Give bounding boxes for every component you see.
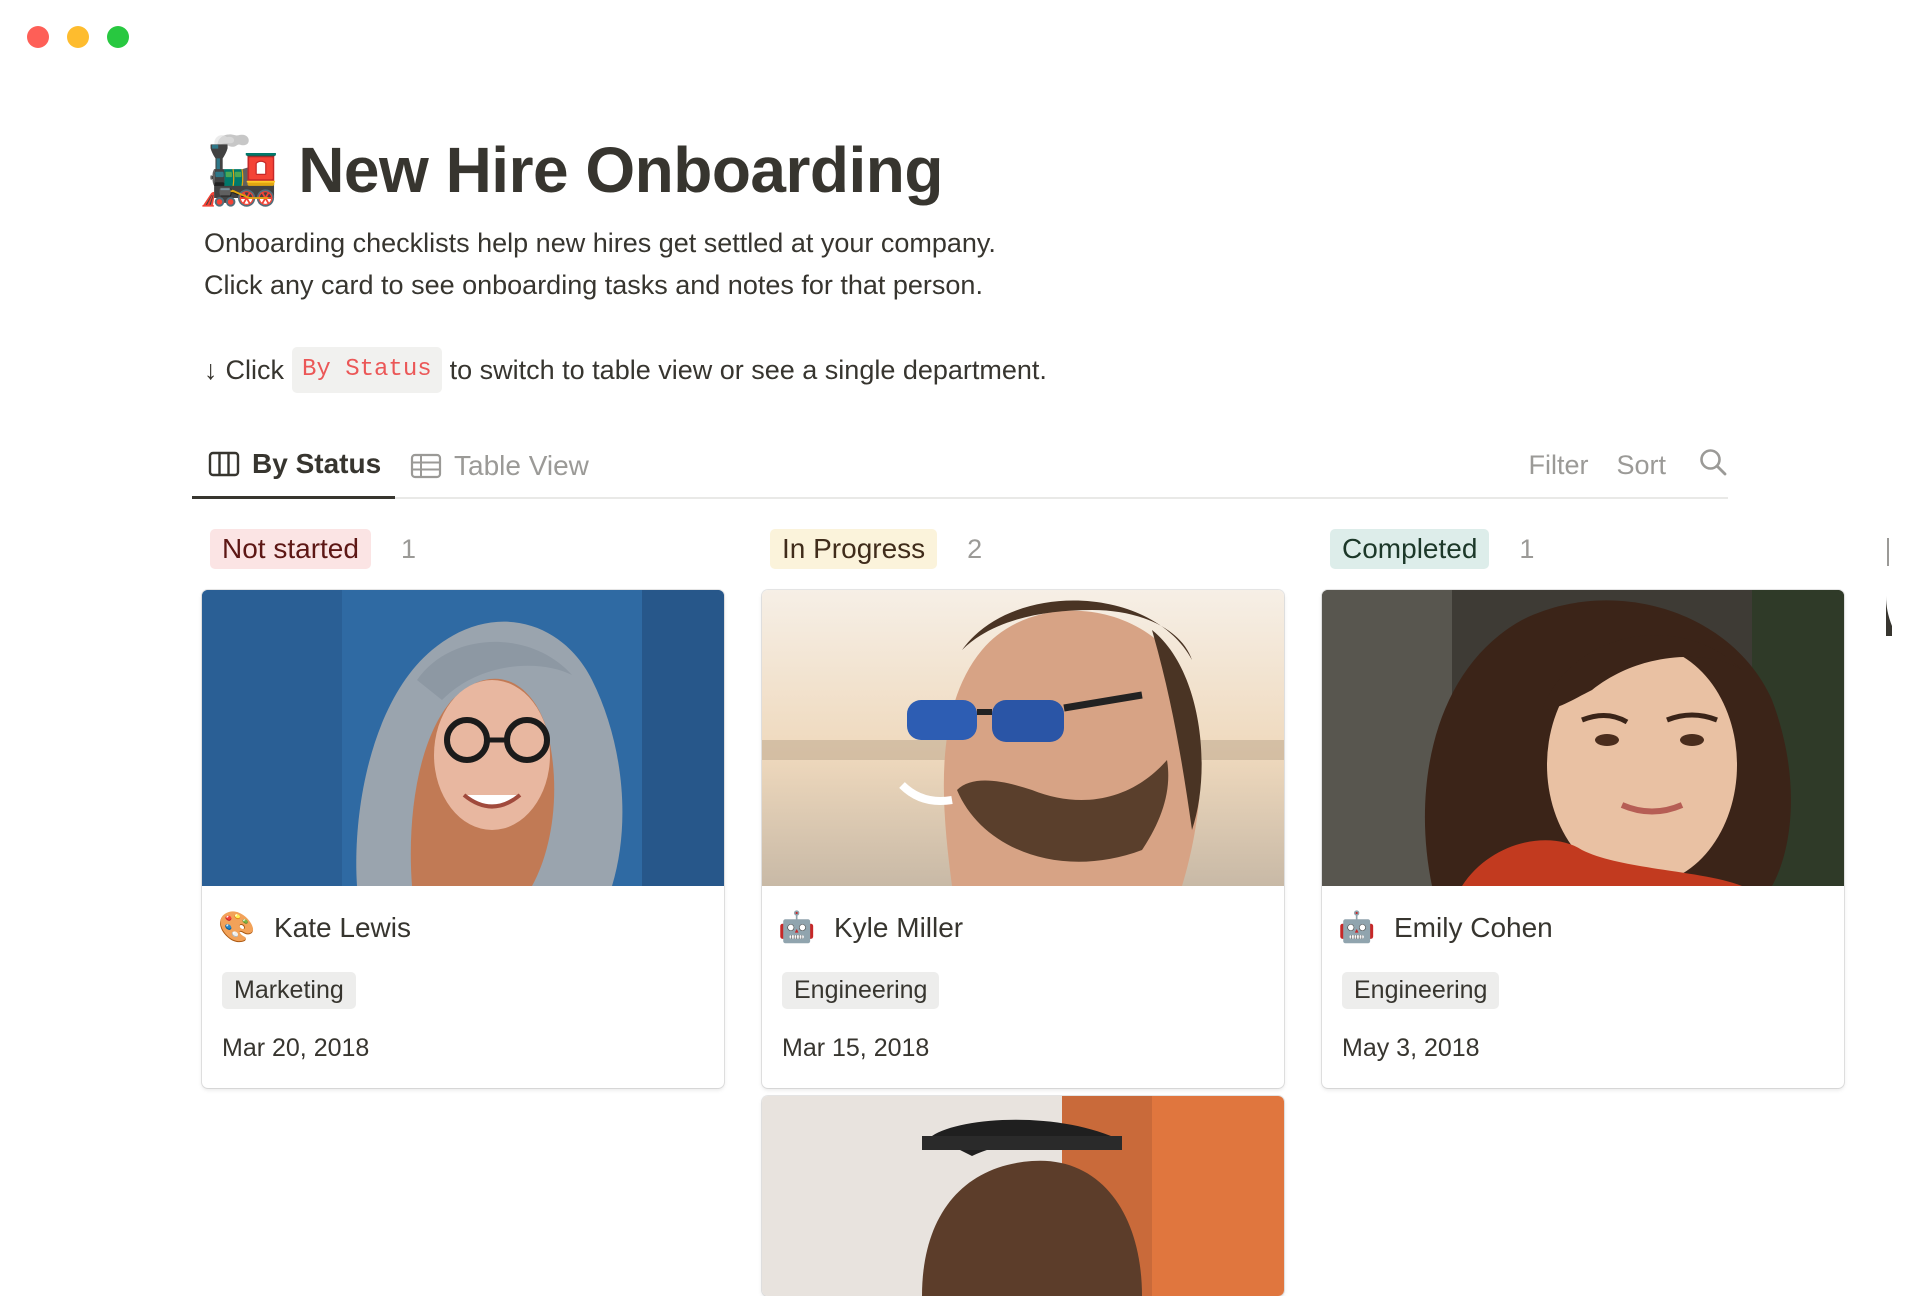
column-count: 1: [1519, 533, 1535, 564]
search-icon[interactable]: [1698, 447, 1728, 484]
hint-prefix: Click: [225, 355, 285, 385]
description-line-2: Click any card to see onboarding tasks a…: [204, 270, 983, 300]
view-hint: ↓ Click By Status to switch to table vie…: [204, 347, 1047, 393]
start-date: Mar 20, 2018: [222, 1034, 370, 1062]
next-column-edge: [1880, 536, 1920, 643]
start-date: Mar 15, 2018: [782, 1034, 930, 1062]
card-title-row: 🤖 Emily Cohen: [1338, 910, 1553, 945]
card-partial[interactable]: [762, 1096, 1284, 1296]
card-name: Emily Cohen: [1394, 911, 1553, 943]
column-count: 2: [967, 533, 983, 564]
board-icon: [208, 451, 240, 477]
column-header: Completed 1: [1322, 528, 1844, 570]
card-cover-photo: [1322, 590, 1844, 886]
card-cover-photo: [202, 590, 724, 886]
card-name: Kate Lewis: [274, 911, 411, 943]
minimize-window-button[interactable]: [67, 26, 89, 48]
robot-icon: 🤖: [1338, 911, 1376, 944]
status-badge[interactable]: Not started: [210, 529, 371, 569]
card-name: Kyle Miller: [834, 911, 964, 943]
steam-locomotive-icon[interactable]: 🚂: [198, 130, 280, 210]
column-header: In Progress 2: [762, 528, 1284, 570]
column-count: 1: [400, 533, 416, 564]
description-line-1: Onboarding checklists help new hires get…: [204, 228, 996, 258]
card-title-row: 🤖 Kyle Miller: [778, 910, 963, 945]
maximize-window-button[interactable]: [107, 26, 129, 48]
board-column-in-progress: In Progress 2: [762, 528, 1284, 570]
tab-label: By Status: [252, 448, 382, 479]
sort-button[interactable]: Sort: [1616, 450, 1666, 481]
card-kyle-miller[interactable]: 🤖 Kyle Miller Engineering Mar 15, 2018: [762, 590, 1284, 1088]
card-kate-lewis[interactable]: 🎨 Kate Lewis Marketing Mar 20, 2018: [202, 590, 724, 1088]
hint-suffix: to switch to table view or see a single …: [449, 355, 1047, 385]
arrow-down-icon: ↓: [204, 355, 218, 385]
page-description: Onboarding checklists help new hires get…: [204, 222, 996, 306]
page-title[interactable]: New Hire Onboarding: [298, 133, 943, 207]
robot-icon: 🤖: [778, 911, 816, 944]
tab-table-view[interactable]: Table View: [410, 432, 589, 499]
status-badge[interactable]: In Progress: [770, 529, 938, 569]
start-date: May 3, 2018: [1342, 1034, 1480, 1062]
department-tag: Engineering: [1342, 972, 1500, 1009]
palette-icon: 🎨: [218, 911, 256, 944]
view-tools: Filter Sort: [1528, 432, 1728, 499]
column-header: Not started 1: [202, 528, 724, 570]
card-emily-cohen[interactable]: 🤖 Emily Cohen Engineering May 3, 2018: [1322, 590, 1844, 1088]
department-tag: Engineering: [782, 972, 940, 1009]
inline-code: By Status: [292, 347, 442, 393]
status-badge[interactable]: Completed: [1330, 529, 1490, 569]
card-cover-photo: [762, 590, 1284, 886]
close-window-button[interactable]: [27, 26, 49, 48]
tab-label: Table View: [454, 449, 589, 481]
card-title-row: 🎨 Kate Lewis: [218, 910, 411, 945]
table-icon: [410, 453, 442, 479]
board-column-not-started: Not started 1: [202, 528, 724, 570]
page-header: 🚂 New Hire Onboarding: [198, 130, 943, 210]
board-column-completed: Completed 1: [1322, 528, 1844, 570]
view-tabs-bar: By Status Table View Filter Sort: [192, 432, 1728, 499]
department-tag: Marketing: [222, 972, 356, 1009]
window-controls: [27, 26, 129, 48]
tab-by-status[interactable]: By Status: [192, 432, 395, 499]
filter-button[interactable]: Filter: [1528, 450, 1588, 481]
